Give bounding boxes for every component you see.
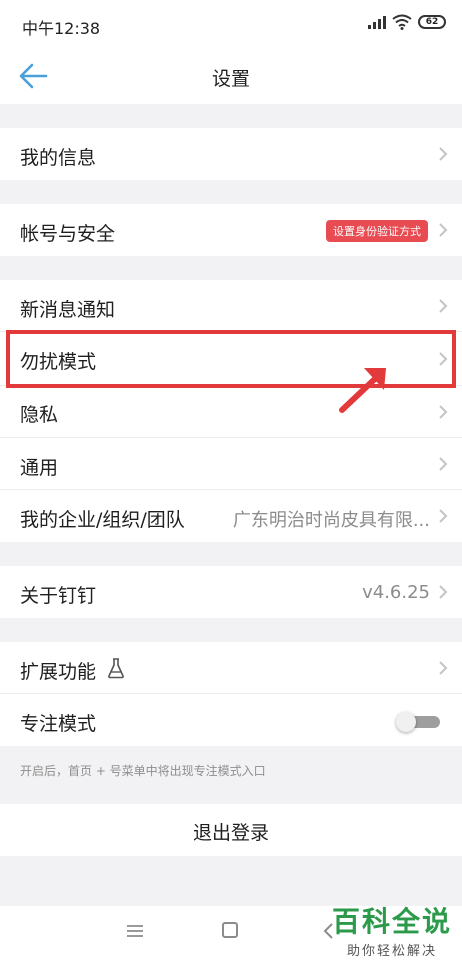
row-label: 新消息通知 [20,299,116,321]
battery-level: 62 [425,17,439,27]
status-time: 中午12:38 [22,19,101,38]
focus-mode-hint: 开启后，首页 + 号菜单中将出现专注模式入口 [20,764,266,778]
chevron-right-icon [439,585,448,599]
row-label: 通用 [20,457,59,479]
wifi-icon [392,14,412,30]
chevron-right-icon [439,147,448,161]
watermark-main: 百科全说 [332,905,453,938]
flask-icon [108,658,124,679]
page-title: 设置 [211,68,250,90]
row-label: 我的企业/组织/团队 [20,509,185,531]
chevron-right-icon [439,299,448,313]
auth-method-badge: 设置身份验证方式 [326,220,428,242]
settings-row-focus-mode: 专注模式 [0,694,462,746]
logout-label: 退出登录 [192,822,269,844]
row-label: 扩展功能 [20,661,97,683]
focus-mode-toggle[interactable] [396,712,440,732]
annotation-arrow-icon [339,368,386,413]
status-bar: 中午12:38 62 [0,0,462,48]
battery-icon: 62 [418,15,446,29]
nav-bar: 设置 [0,48,462,104]
chevron-right-icon [439,661,448,675]
row-label: 我的信息 [20,147,97,169]
org-name-value: 广东明治时尚皮具有限... [232,510,430,531]
settings-row-new-message[interactable]: 新消息通知 [0,280,462,332]
row-label: 专注模式 [20,713,97,735]
chevron-right-icon [439,405,448,419]
settings-row-my-info[interactable]: 我的信息 [0,128,462,180]
settings-row-organization[interactable]: 我的企业/组织/团队 广东明治时尚皮具有限... [0,490,462,542]
row-label: 帐号与安全 [20,223,116,245]
chevron-right-icon [439,223,448,237]
settings-row-privacy[interactable]: 隐私 [0,386,462,438]
chevron-right-icon [439,509,448,523]
row-label: 关于钉钉 [20,585,97,607]
toggle-knob [396,712,416,732]
menu-icon[interactable] [126,924,144,938]
watermark: 百科全说 助你轻松解决 [332,900,452,959]
watermark-sub: 助你轻松解决 [346,944,437,959]
settings-row-account-security[interactable]: 帐号与安全 设置身份验证方式 [0,204,462,256]
settings-row-extensions[interactable]: 扩展功能 [0,642,462,694]
signal-icon [368,16,386,29]
chevron-right-icon [439,457,448,471]
home-icon[interactable] [222,922,238,938]
logout-button[interactable]: 退出登录 [0,804,462,856]
version-value: v4.6.25 [362,582,430,603]
settings-row-about[interactable]: 关于钉钉 v4.6.25 [0,566,462,618]
status-icons: 62 [368,14,446,30]
row-label: 隐私 [20,404,59,426]
settings-row-general[interactable]: 通用 [0,438,462,490]
